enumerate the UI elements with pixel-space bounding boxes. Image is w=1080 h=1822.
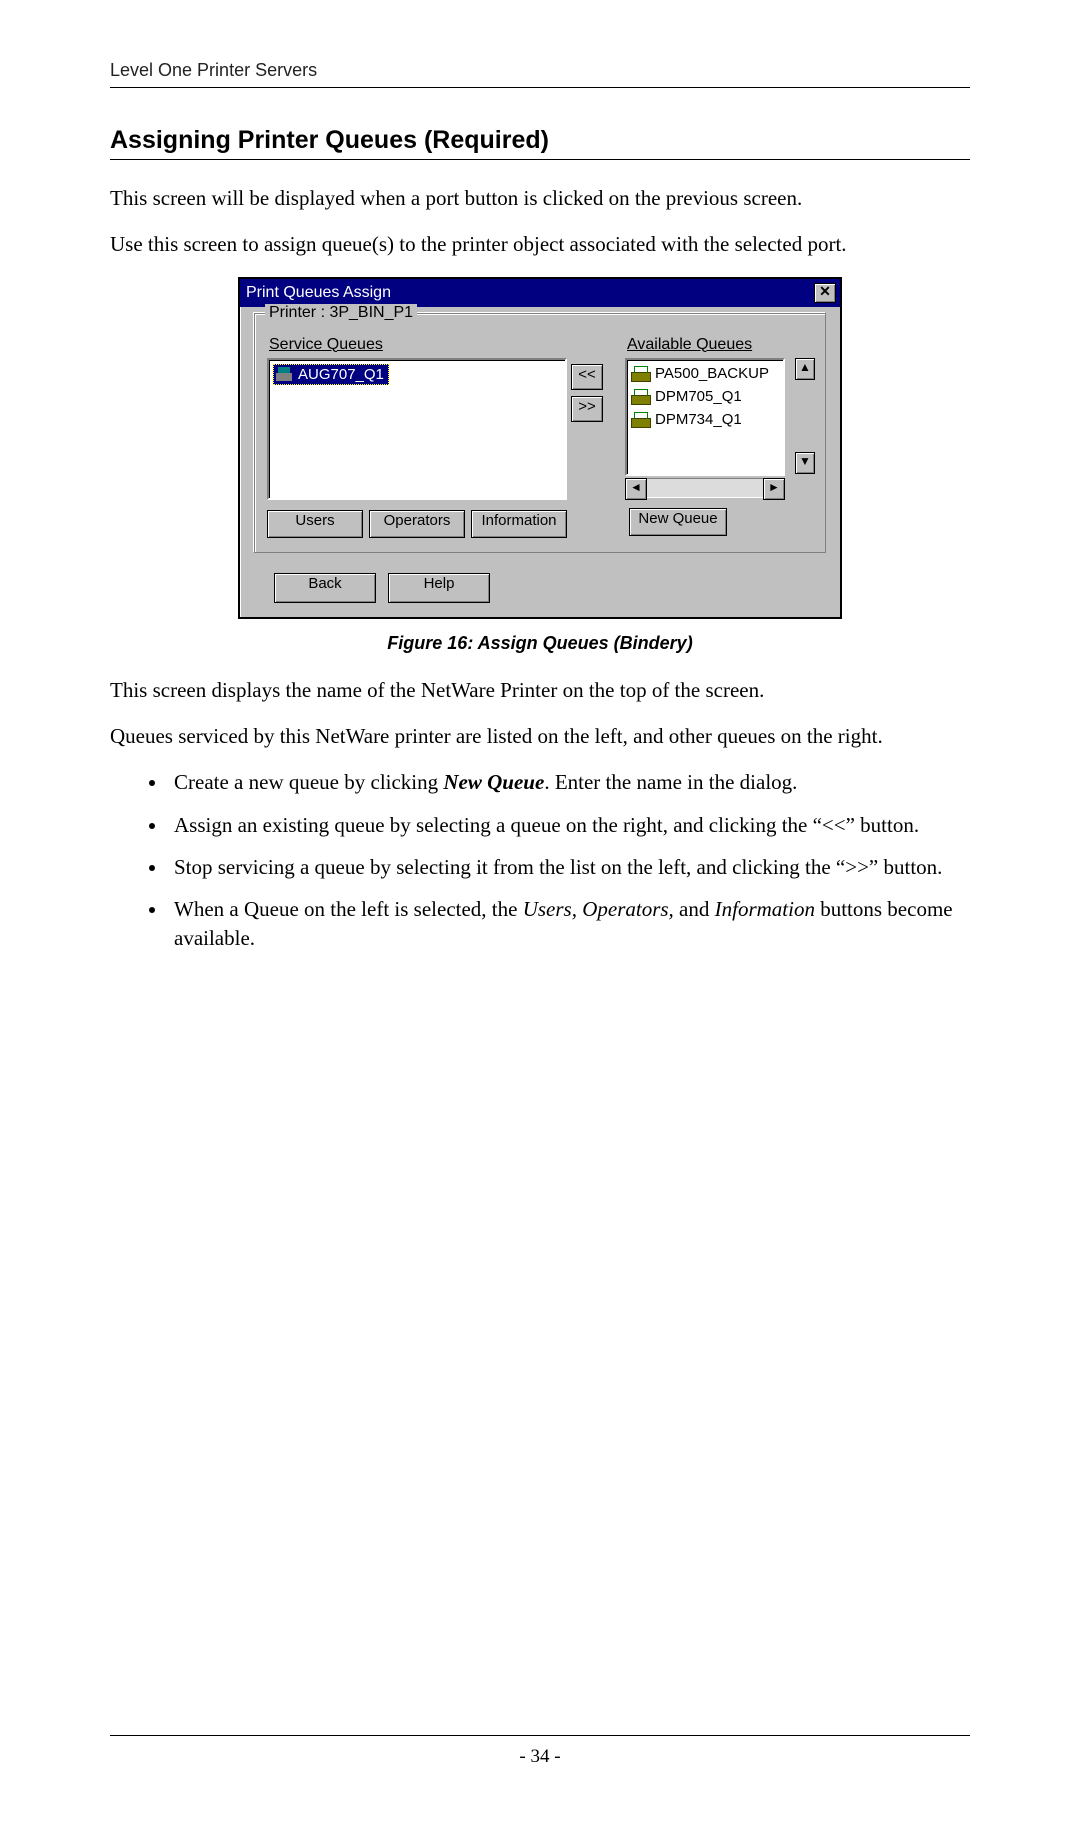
section-title: Assigning Printer Queues (Required): [110, 126, 970, 160]
list-item-label: PA500_BACKUP: [655, 365, 769, 382]
after-para-2: Queues serviced by this NetWare printer …: [110, 722, 970, 750]
close-icon[interactable]: ✕: [814, 283, 836, 303]
running-header: Level One Printer Servers: [110, 60, 970, 88]
list-item: Create a new queue by clicking New Queue…: [168, 768, 970, 796]
emph: Users, Operators,: [523, 897, 674, 921]
dialog-title: Print Queues Assign: [246, 284, 391, 302]
text: and: [674, 897, 715, 921]
intro-para-2: Use this screen to assign queue(s) to th…: [110, 230, 970, 258]
move-left-button[interactable]: <<: [571, 364, 603, 390]
service-queues-list[interactable]: AUG707_Q1: [267, 358, 567, 500]
instruction-list: Create a new queue by clicking New Queue…: [110, 768, 970, 952]
emph: Information: [715, 897, 815, 921]
service-queues-label: Service Queues: [269, 336, 567, 354]
after-para-1: This screen displays the name of the Net…: [110, 676, 970, 704]
information-button[interactable]: Information: [471, 510, 567, 538]
operators-button[interactable]: Operators: [369, 510, 465, 538]
printer-icon: [276, 367, 292, 381]
queue-icon: [631, 366, 649, 380]
list-item-label: DPM705_Q1: [655, 388, 742, 405]
dialog-titlebar: Print Queues Assign ✕: [240, 279, 840, 307]
scroll-up-icon[interactable]: ▲: [795, 358, 815, 380]
scroll-right-icon[interactable]: ►: [763, 478, 785, 500]
page-footer: - 34 -: [110, 1735, 970, 1768]
list-item: When a Queue on the left is selected, th…: [168, 895, 970, 952]
print-queues-assign-dialog: Print Queues Assign ✕ Printer : 3P_BIN_P…: [238, 277, 842, 619]
figure-caption: Figure 16: Assign Queues (Bindery): [110, 633, 970, 654]
available-queues-list[interactable]: PA500_BACKUP DPM705_Q1 DPM734_Q1: [625, 358, 785, 476]
intro-para-1: This screen will be displayed when a por…: [110, 184, 970, 212]
text: When a Queue on the left is selected, th…: [174, 897, 523, 921]
page-number: - 34 -: [519, 1746, 560, 1767]
list-item[interactable]: DPM734_Q1: [631, 408, 783, 431]
back-button[interactable]: Back: [274, 573, 376, 603]
printer-groupbox: Printer : 3P_BIN_P1 Service Queues AUG70…: [254, 313, 826, 553]
emph: New Queue: [443, 770, 544, 794]
list-item-label: DPM734_Q1: [655, 411, 742, 428]
text: . Enter the name in the dialog.: [544, 770, 797, 794]
move-right-button[interactable]: >>: [571, 396, 603, 422]
new-queue-button[interactable]: New Queue: [629, 508, 727, 536]
scroll-down-icon[interactable]: ▼: [795, 452, 815, 474]
list-item: Assign an existing queue by selecting a …: [168, 811, 970, 839]
groupbox-legend: Printer : 3P_BIN_P1: [265, 304, 417, 322]
users-button[interactable]: Users: [267, 510, 363, 538]
queue-icon: [631, 389, 649, 403]
list-item: Stop servicing a queue by selecting it f…: [168, 853, 970, 881]
vertical-scrollbar[interactable]: ▲ ▼: [795, 358, 815, 474]
queue-icon: [631, 412, 649, 426]
list-item[interactable]: DPM705_Q1: [631, 385, 783, 408]
scroll-left-icon[interactable]: ◄: [625, 478, 647, 500]
horizontal-scrollbar[interactable]: ◄ ►: [625, 478, 785, 498]
help-button[interactable]: Help: [388, 573, 490, 603]
list-item[interactable]: AUG707_Q1: [273, 364, 389, 385]
scroll-track[interactable]: [647, 478, 763, 498]
list-item-label: AUG707_Q1: [298, 366, 384, 383]
figure-wrap: Print Queues Assign ✕ Printer : 3P_BIN_P…: [110, 277, 970, 619]
list-item[interactable]: PA500_BACKUP: [631, 362, 783, 385]
available-queues-label: Available Queues: [627, 336, 813, 354]
text: Create a new queue by clicking: [174, 770, 443, 794]
